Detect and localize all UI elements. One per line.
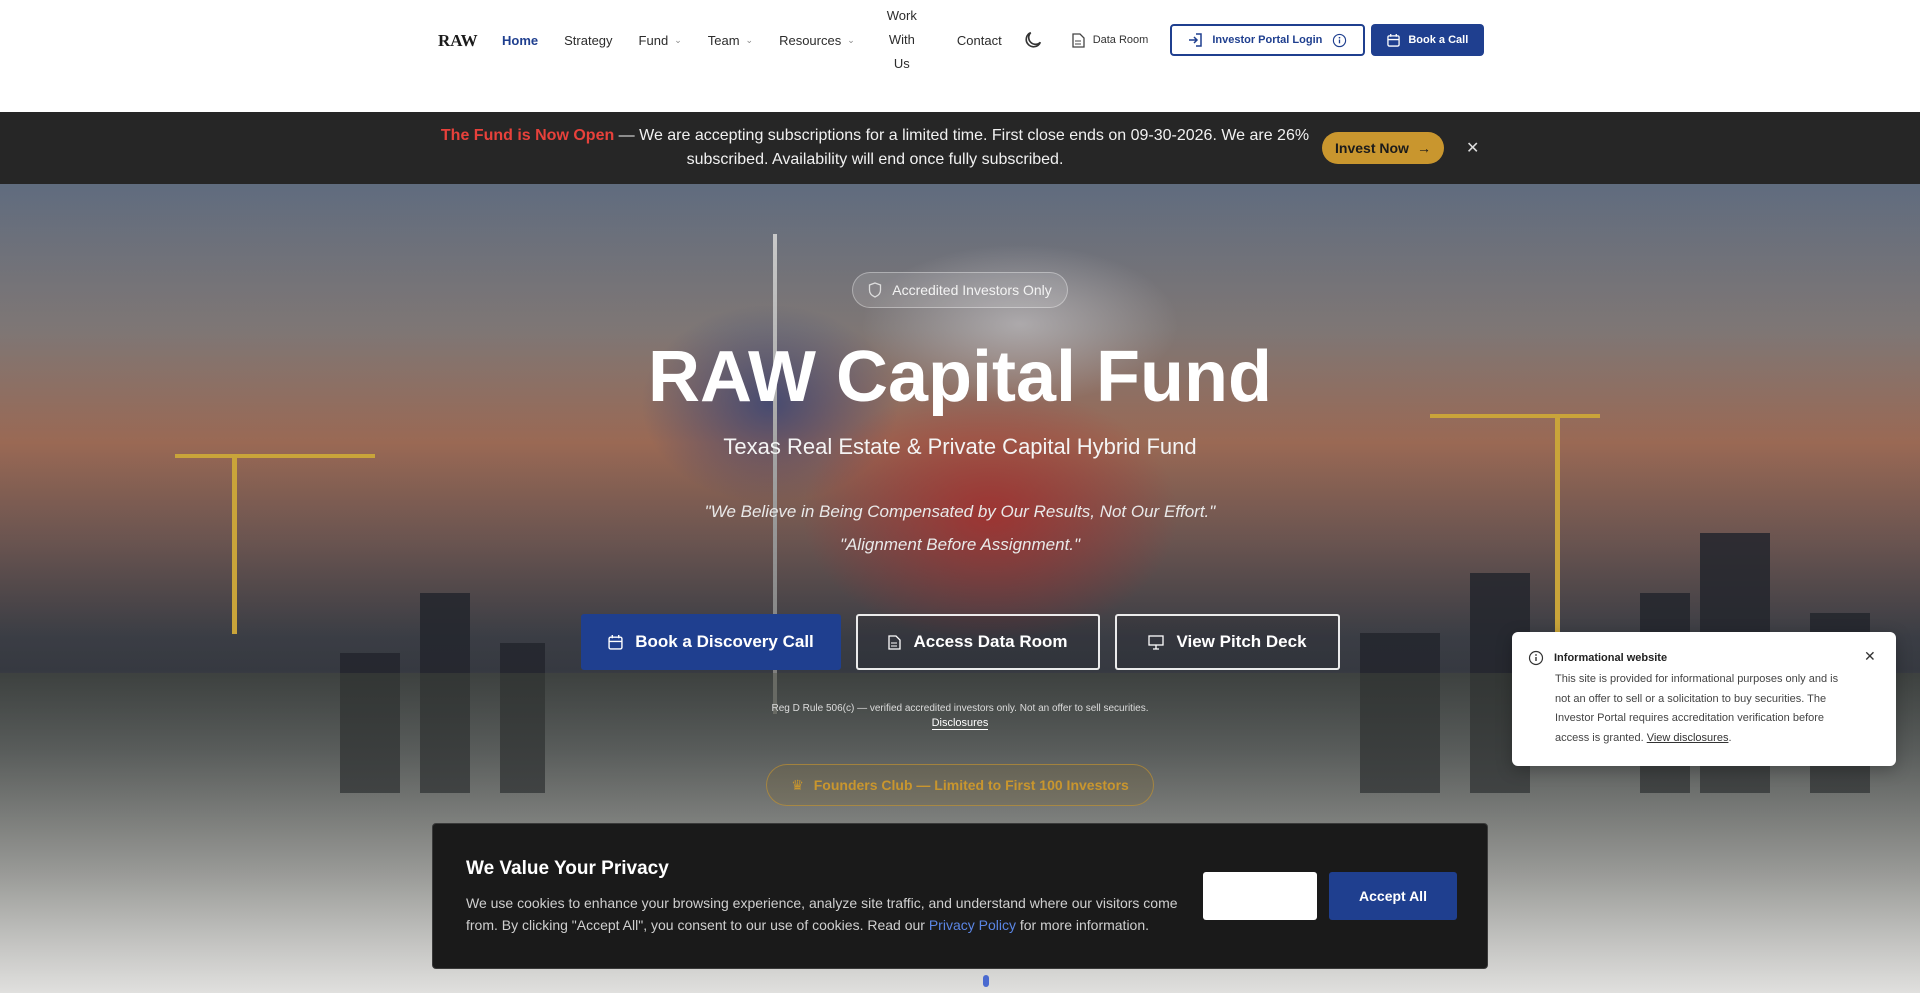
popup-body: This site is provided for informational … [1555,670,1851,748]
popup-header: Informational website [1528,650,1667,666]
nav-label: Contact [956,32,1002,48]
view-disclosures-link[interactable]: View disclosures [1647,732,1729,744]
scroll-indicator[interactable] [983,975,989,987]
presentation-icon [1148,634,1165,650]
hero-title: RAW Capital Fund [648,337,1272,417]
founders-label: Founders Club — Limited to First 100 Inv… [813,777,1129,793]
cookie-consent-banner: We Value Your Privacy We use cookies to … [432,823,1488,969]
chevron-down-icon: ⌄ [745,34,754,45]
top-navigation: RAW Home Strategy Fund ⌄ Team ⌄ Resources ⌄… [0,0,1920,112]
accept-all-button[interactable]: Accept All [1329,872,1457,920]
investor-portal-label: Investor Portal Login [1212,34,1323,46]
popup-text-end: . [1728,731,1732,744]
invest-now-label: Invest Now [1335,140,1409,156]
cookie-message-end: for more information. [1015,917,1150,933]
view-pitch-deck-button[interactable]: View Pitch Deck [1115,614,1340,670]
disclosures-link[interactable]: Disclosures [931,717,989,730]
popup-title: Informational website [1554,652,1668,664]
nav-item-home[interactable]: Home [502,33,538,48]
hero-quote: "Alignment Before Assignment." [839,535,1081,554]
nav-label: Team [707,32,740,48]
informational-website-popup: Informational website This site is provi… [1512,632,1896,766]
cookie-text: We use cookies to enhance your browsing … [466,892,1186,936]
data-room-label: Data Room [1092,34,1149,46]
nav-item-contact[interactable]: Contact [957,33,1002,48]
book-discovery-call-button[interactable]: Book a Discovery Call [581,614,841,670]
crown-icon: ♛ [791,776,804,793]
shield-icon [869,282,882,298]
banner-highlight: The Fund is Now Open [440,127,615,144]
login-icon [1189,33,1203,47]
nav-item-resources[interactable]: Resources ⌄ [779,33,855,48]
founders-club-badge[interactable]: ♛ Founders Club — Limited to First 100 I… [766,764,1154,806]
accredited-investors-badge: Accredited Investors Only [852,272,1068,308]
document-icon [1072,32,1085,48]
cta-label: Book a Discovery Call [635,632,814,651]
nav-label: Strategy [564,32,613,48]
nav-item-strategy[interactable]: Strategy [564,33,612,48]
decline-button[interactable]: Decline [1203,872,1317,920]
nav-label: Home [502,32,539,48]
privacy-policy-link[interactable]: Privacy Policy [929,917,1016,933]
info-icon [1528,650,1544,666]
chevron-down-icon: ⌄ [847,34,855,45]
close-icon[interactable]: ✕ [1864,648,1876,665]
invest-now-button[interactable]: Invest Now → [1322,132,1444,164]
investor-portal-login-button[interactable]: Investor Portal Login [1170,24,1366,56]
calendar-icon [1387,33,1401,47]
nav-item-work-with-us[interactable]: Work With Us [887,7,917,73]
moon-icon[interactable] [1022,29,1044,51]
badge-label: Accredited Investors Only [892,282,1052,298]
nav-label: Us [893,56,910,71]
hero-quote: "We Believe in Being Compensated by Our … [704,502,1216,521]
nav-label: Fund [638,32,669,48]
close-icon[interactable]: ✕ [1466,138,1479,158]
nav-label: With [888,32,915,47]
announcement-banner: The Fund is Now Open — We are accepting … [0,112,1920,184]
banner-text: The Fund is Now Open — We are accepting … [440,124,1310,172]
book-call-label: Book a Call [1408,34,1469,46]
nav-item-team[interactable]: Team ⌄ [708,33,753,48]
banner-message: — We are accepting subscriptions for a l… [614,127,1310,168]
calendar-icon [608,634,623,650]
svg-text:RAW: RAW [438,31,478,50]
hero-subtitle: Texas Real Estate & Private Capital Hybr… [723,434,1197,459]
cta-label: Access Data Room [913,632,1068,651]
info-icon[interactable] [1332,33,1347,48]
cta-label: View Pitch Deck [1176,632,1307,651]
cookie-title: We Value Your Privacy [466,858,669,879]
book-call-button[interactable]: Book a Call [1371,24,1485,56]
nav-label: Work [886,8,917,23]
data-room-link[interactable]: Data Room [1072,32,1149,48]
arrow-right-icon: → [1416,140,1431,156]
nav-label: Resources [779,32,842,48]
chevron-down-icon: ⌄ [674,34,682,45]
nav-item-fund[interactable]: Fund ⌄ [639,33,682,48]
document-icon [888,634,902,650]
nav-bar: RAW Home Strategy Fund ⌄ Team ⌄ Resources ⌄… [438,7,1485,73]
access-data-room-button[interactable]: Access Data Room [856,614,1100,670]
raw-logo[interactable]: RAW [438,29,482,51]
